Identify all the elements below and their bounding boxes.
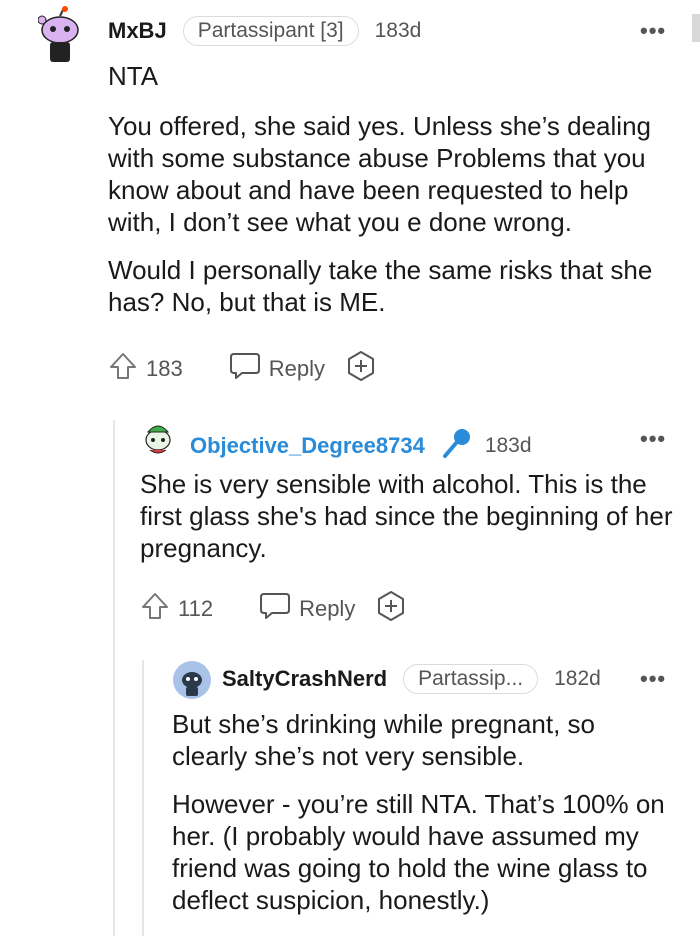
avatar-salty-crash-nerd[interactable] — [172, 660, 212, 700]
comment-body: But she’s drinking while pregnant, so cl… — [172, 708, 672, 932]
more-options-icon[interactable]: ••• — [640, 666, 666, 692]
comment-salty-crash-nerd: SaltyCrashNerd Partassip... 182d ••• But… — [0, 0, 700, 936]
comment-paragraph: But she’s drinking while pregnant, so cl… — [172, 709, 595, 771]
comment-paragraph: However - you’re still NTA. That’s 100% … — [172, 789, 665, 915]
comment-age: 182d — [554, 667, 601, 690]
username[interactable]: SaltyCrashNerd — [222, 666, 387, 692]
user-flair: Partassip... — [403, 664, 539, 694]
